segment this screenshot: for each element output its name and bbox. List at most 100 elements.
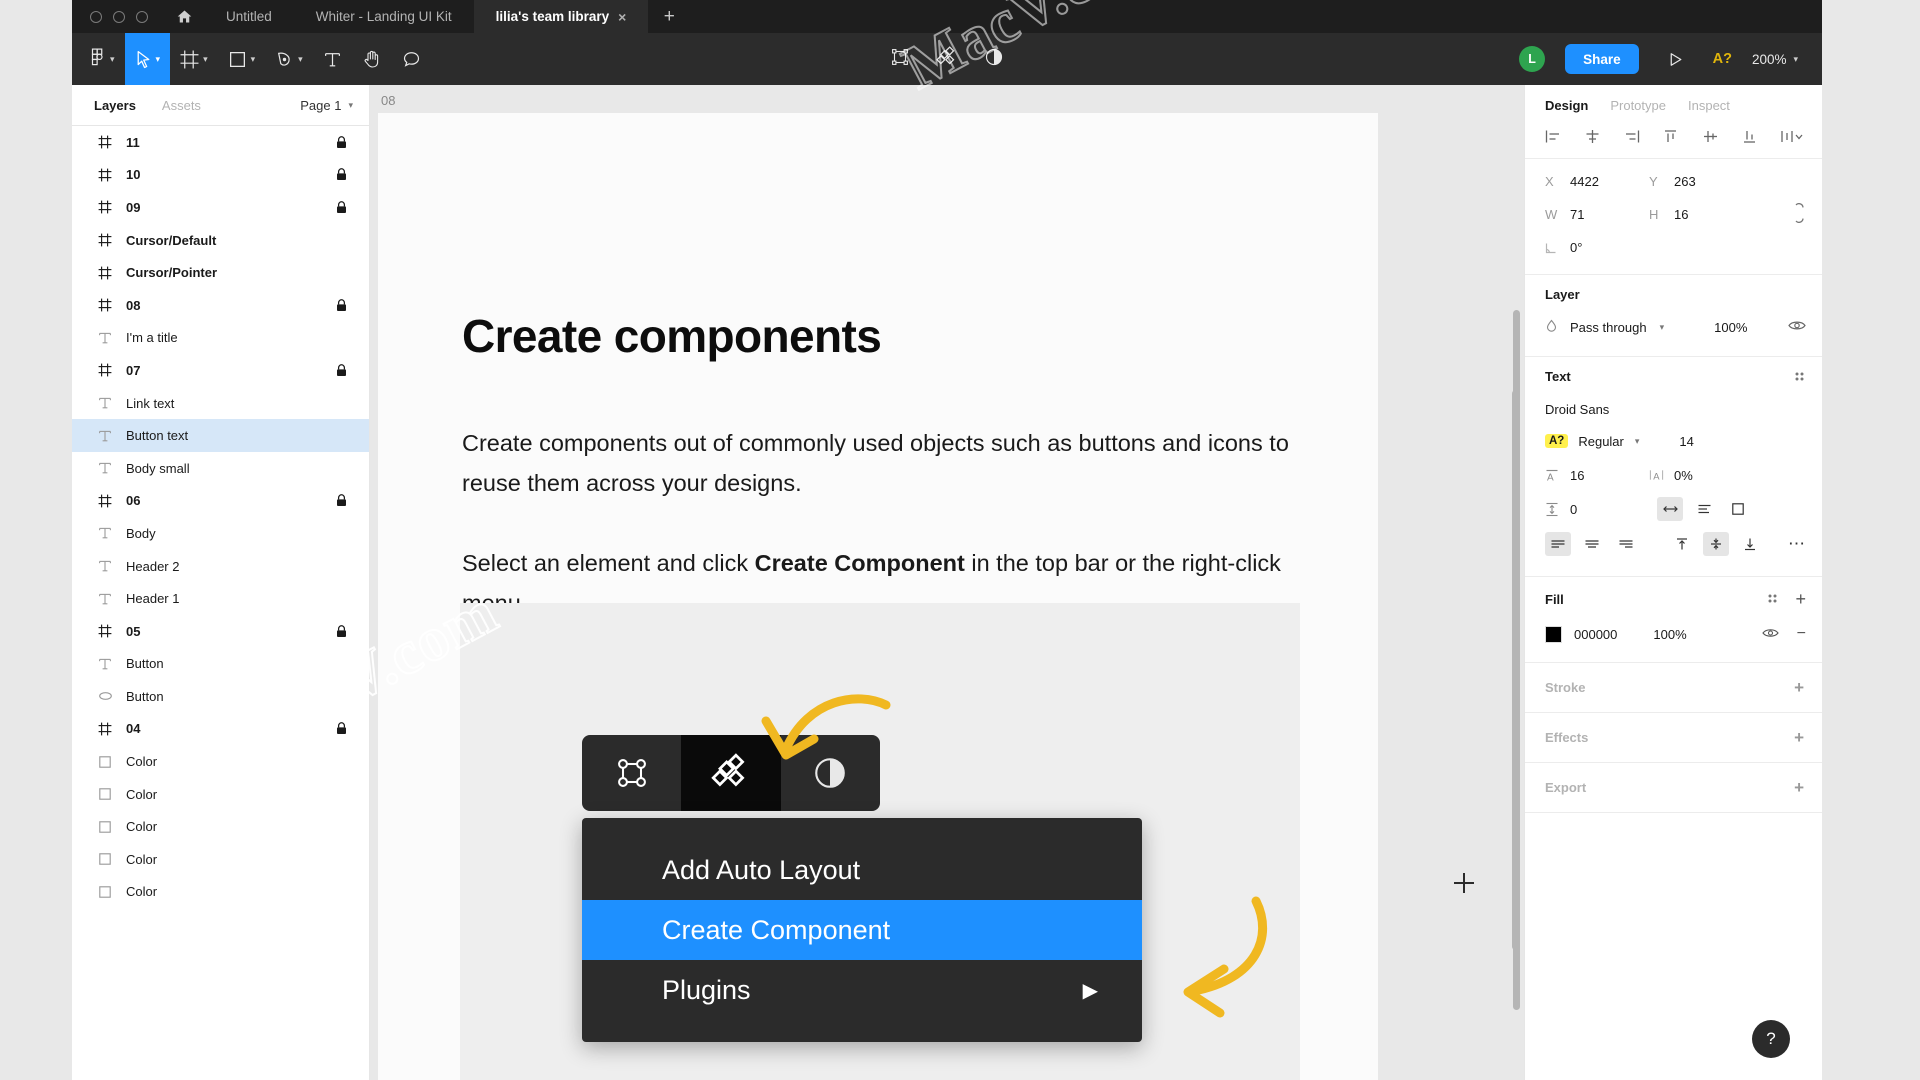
layer-row[interactable]: Header 2 (72, 550, 369, 583)
lock-icon[interactable] (336, 136, 347, 149)
layer-row[interactable]: Header 1 (72, 582, 369, 615)
fill-color-swatch[interactable] (1545, 625, 1562, 643)
maximize-window-button[interactable] (136, 10, 148, 23)
tab-prototype[interactable]: Prototype (1610, 98, 1666, 113)
shape-tool-icon[interactable]: ▾ (218, 33, 266, 85)
align-right-icon[interactable] (1623, 129, 1640, 144)
menu-item-plugins[interactable]: Plugins ▶ (582, 960, 1142, 1020)
minimize-window-button[interactable] (113, 10, 125, 23)
help-button[interactable]: ? (1752, 1020, 1790, 1058)
add-stroke-button[interactable]: + (1794, 678, 1804, 698)
align-vertical-center-icon[interactable] (1702, 129, 1719, 144)
fill-style-picker-icon[interactable] (1766, 592, 1779, 608)
text-style-picker-icon[interactable] (1793, 370, 1806, 383)
add-effect-button[interactable]: + (1794, 728, 1804, 748)
right-panel-scrollbar[interactable] (1513, 310, 1520, 1010)
comment-tool-icon[interactable] (392, 33, 431, 85)
stroke-section[interactable]: Stroke + (1525, 662, 1822, 712)
layer-row[interactable]: 08 (72, 289, 369, 322)
more-options-icon[interactable]: ⋯ (1788, 534, 1806, 554)
chevron-down-icon[interactable]: ▾ (1660, 322, 1665, 333)
layer-row[interactable]: Color (72, 745, 369, 778)
context-menu[interactable]: Add Auto Layout Create Component Plugins… (582, 818, 1142, 1042)
rotation-field[interactable]: 0° (1545, 240, 1649, 255)
menu-item-add-auto-layout[interactable]: Add Auto Layout (582, 840, 1142, 900)
chevron-down-icon[interactable]: ▾ (1793, 54, 1798, 65)
width-field[interactable]: W 71 (1545, 207, 1649, 222)
remove-fill-button[interactable]: − (1797, 625, 1806, 643)
constrain-proportions-icon[interactable] (1793, 203, 1806, 226)
layer-row[interactable]: Cursor/Default (72, 224, 369, 257)
frame-tool-icon[interactable]: ▾ (170, 33, 218, 85)
layer-row[interactable]: 09 (72, 191, 369, 224)
tab-untitled[interactable]: Untitled (204, 0, 294, 33)
paragraph-spacing-field[interactable]: 0 (1545, 502, 1649, 517)
lock-icon[interactable] (336, 364, 347, 377)
add-fill-button[interactable]: + (1795, 589, 1806, 610)
font-size-value[interactable]: 14 (1679, 434, 1693, 449)
lock-icon[interactable] (336, 494, 347, 507)
lock-icon[interactable] (336, 168, 347, 181)
chevron-down-icon[interactable]: ▾ (1635, 436, 1640, 447)
layer-row[interactable]: 05 (72, 615, 369, 648)
tab-assets[interactable]: Assets (162, 98, 201, 113)
page-selector[interactable]: Page 1 ▾ (300, 98, 353, 113)
lock-icon[interactable] (336, 624, 347, 638)
line-height-field[interactable]: A 16 (1545, 468, 1649, 483)
layer-opacity-value[interactable]: 100% (1714, 320, 1747, 335)
layer-list[interactable]: 11 10 09 Cursor/Default Cursor/Pointer 08 I'm … (72, 126, 369, 1080)
layer-row[interactable]: 10 (72, 159, 369, 192)
text-align-left-icon[interactable] (1545, 532, 1571, 556)
align-horizontal-center-icon[interactable] (1584, 129, 1601, 144)
missing-font-badge[interactable]: A? (1545, 434, 1569, 448)
eye-icon[interactable] (1761, 627, 1779, 642)
fill-opacity-value[interactable]: 100% (1653, 627, 1686, 642)
frame-selection-icon[interactable] (890, 47, 910, 72)
missing-font-indicator[interactable]: A? (1713, 51, 1732, 67)
share-button[interactable]: Share (1565, 44, 1639, 74)
play-icon[interactable] (1659, 51, 1693, 68)
layer-row[interactable]: Cursor/Pointer (72, 256, 369, 289)
chevron-down-icon[interactable]: ▾ (203, 54, 208, 65)
add-export-button[interactable]: + (1794, 778, 1804, 798)
layer-row[interactable]: Body small (72, 452, 369, 485)
mask-icon[interactable] (984, 47, 1004, 72)
tab-layers[interactable]: Layers (94, 98, 136, 113)
tab-inspect[interactable]: Inspect (1688, 98, 1730, 113)
close-window-button[interactable] (90, 10, 102, 23)
x-field[interactable]: X 4422 (1545, 174, 1649, 189)
chevron-down-icon[interactable]: ▾ (348, 100, 353, 111)
layer-row[interactable]: Button text (72, 419, 369, 452)
export-section[interactable]: Export + (1525, 762, 1822, 812)
layer-row[interactable]: Color (72, 876, 369, 909)
menu-item-create-component[interactable]: Create Component (582, 900, 1142, 960)
layer-row[interactable]: Button (72, 680, 369, 713)
align-top-icon[interactable] (1662, 129, 1679, 144)
layer-row[interactable]: Body (72, 517, 369, 550)
close-tab-icon[interactable]: × (618, 10, 626, 24)
text-valign-middle-icon[interactable] (1703, 532, 1729, 556)
align-bottom-icon[interactable] (1741, 129, 1758, 144)
text-tool-icon[interactable] (313, 33, 352, 85)
figma-menu-icon[interactable]: ▾ (72, 33, 125, 85)
font-family-row[interactable]: Droid Sans (1545, 394, 1806, 424)
frame-name-label[interactable]: 08 (381, 93, 395, 108)
blend-mode-value[interactable]: Pass through (1570, 320, 1647, 335)
lock-icon[interactable] (336, 722, 347, 735)
pen-tool-icon[interactable]: ▾ (265, 33, 313, 85)
layer-row[interactable]: Button (72, 648, 369, 681)
fixed-size-icon[interactable] (1725, 497, 1751, 521)
new-tab-button[interactable]: + (648, 0, 690, 33)
tab-lilias-team-library[interactable]: lilia's team library × (473, 0, 649, 33)
effects-section[interactable]: Effects + (1525, 712, 1822, 762)
layer-row[interactable]: Link text (72, 387, 369, 420)
height-field[interactable]: H 16 (1649, 207, 1753, 222)
zoom-control[interactable]: 200% ▾ (1752, 52, 1820, 67)
home-icon[interactable] (164, 0, 204, 33)
layer-row[interactable]: 07 (72, 354, 369, 387)
layer-row[interactable]: Color (72, 778, 369, 811)
chevron-down-icon[interactable]: ▾ (251, 54, 256, 65)
distribute-icon[interactable] (1780, 129, 1804, 144)
lock-icon[interactable] (336, 201, 347, 214)
font-style-value[interactable]: Regular (1578, 434, 1624, 449)
